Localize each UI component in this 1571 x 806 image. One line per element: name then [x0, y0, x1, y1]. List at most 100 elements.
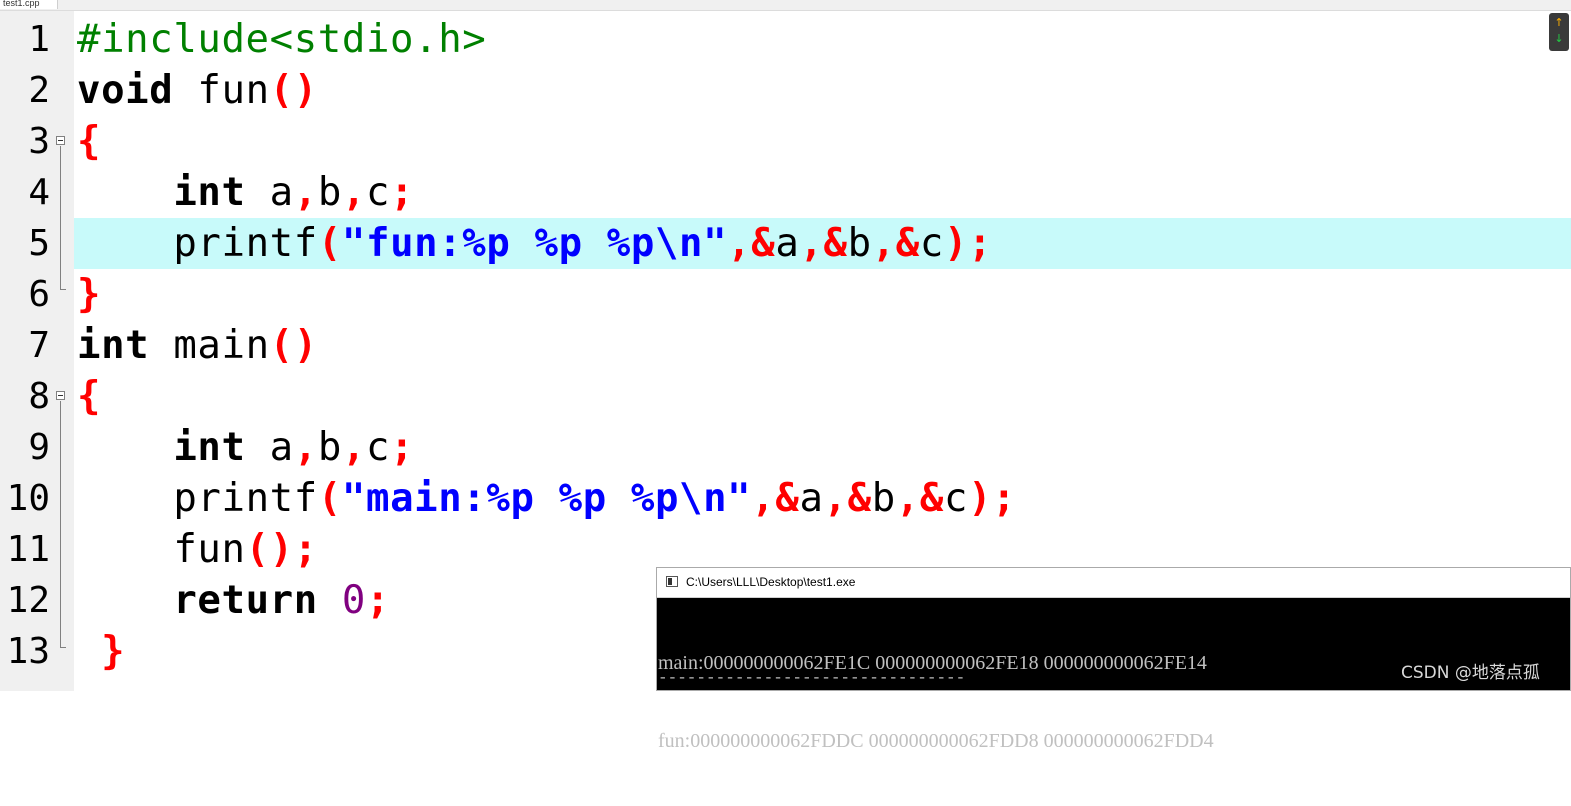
parens: (): [269, 68, 318, 113]
code-line-1: 1 #include<stdio.h>: [0, 14, 1571, 65]
identifier: c: [919, 221, 944, 266]
console-app-icon: [666, 576, 678, 587]
identifier: b: [871, 476, 896, 521]
operator: ,&: [799, 221, 848, 266]
fold-collapse-icon[interactable]: [56, 391, 65, 400]
line-number: 8: [28, 376, 50, 417]
arrow-up-icon[interactable]: ↑: [1549, 13, 1569, 31]
identifier: a: [775, 221, 800, 266]
function-name: fun: [173, 68, 270, 113]
comma: ,: [293, 170, 318, 215]
console-output-line: fun:000000000062FDDC 000000000062FDD8 00…: [658, 730, 1214, 752]
fold-guide-line: [60, 401, 61, 648]
code-line-7: 7 int main(): [0, 320, 1571, 371]
comma: ,: [341, 425, 367, 470]
close-paren-semicolon: );: [968, 476, 1017, 521]
code-text: int a,b,c;: [77, 422, 414, 473]
semicolon: ;: [390, 170, 415, 215]
watermark: CSDN @地落点孤: [1401, 663, 1540, 683]
code-text: {: [77, 116, 101, 167]
identifier: a: [245, 170, 294, 215]
function-call: fun: [173, 527, 246, 572]
keyword-return: return: [173, 578, 318, 623]
line-number: 6: [28, 274, 50, 315]
line-number: 12: [6, 580, 50, 621]
code-line-3: 3 {: [0, 116, 1571, 167]
code-text: printf("main:%p %p %p\n",&a,&b,&c);: [77, 473, 1016, 524]
line-number: 10: [6, 478, 50, 519]
line-number: 2: [28, 70, 50, 111]
identifier: b: [317, 170, 342, 215]
function-name: main: [149, 323, 270, 368]
line-number: 13: [6, 631, 50, 672]
open-paren: (: [317, 221, 342, 266]
close-paren-semicolon: );: [943, 221, 993, 266]
operator: ,&: [871, 221, 920, 266]
close-brace: }: [101, 629, 126, 674]
operator: ,&: [823, 476, 872, 521]
file-tab[interactable]: test1.cpp: [0, 0, 58, 9]
parens: (): [269, 323, 318, 368]
code-line-10: 10 printf("main:%p %p %p\n",&a,&b,&c);: [0, 473, 1571, 524]
console-separator: --------------------------------: [658, 669, 966, 687]
open-paren: (: [317, 476, 342, 521]
comma: ,: [341, 170, 367, 215]
line-number: 11: [6, 529, 50, 570]
preprocessor-include: #include<stdio.h>: [77, 17, 487, 62]
console-title: C:\Users\LLL\Desktop\test1.exe: [686, 575, 856, 589]
code-line-9: 9 int a,b,c;: [0, 422, 1571, 473]
arrow-down-icon[interactable]: ↓: [1549, 31, 1569, 47]
line-number: 7: [28, 325, 50, 366]
identifier: c: [366, 425, 391, 470]
scroll-navigation[interactable]: ↑ ↓: [1549, 13, 1569, 51]
keyword-int: int: [173, 170, 246, 215]
comma: ,: [293, 425, 318, 470]
operator: ,&: [751, 476, 800, 521]
console-title-bar[interactable]: C:\Users\LLL\Desktop\test1.exe: [657, 568, 1570, 598]
function-call: printf: [173, 476, 318, 521]
code-text: void fun(): [77, 65, 318, 116]
fold-collapse-icon[interactable]: [56, 136, 65, 145]
operator: ,&: [727, 221, 776, 266]
fold-guide-line: [60, 146, 61, 289]
code-line-2: 2 void fun(): [0, 65, 1571, 116]
call-parens-semicolon: ();: [245, 527, 318, 572]
number-literal: 0: [341, 578, 366, 623]
identifier: b: [317, 425, 342, 470]
open-brace: {: [77, 119, 102, 164]
line-number: 3: [28, 121, 50, 162]
string-literal: "main:%p %p %p\n": [341, 476, 752, 521]
code-text: int main(): [77, 320, 318, 371]
identifier: a: [245, 425, 294, 470]
code-text: printf("fun:%p %p %p\n",&a,&b,&c);: [77, 218, 992, 269]
code-text: }: [77, 626, 125, 677]
line-number: 9: [28, 427, 50, 468]
operator: ,&: [895, 476, 944, 521]
line-number: 4: [28, 172, 50, 213]
keyword-int: int: [77, 323, 150, 368]
code-line-5: 5 printf("fun:%p %p %p\n",&a,&b,&c);: [0, 218, 1571, 269]
code-text: {: [77, 371, 101, 422]
keyword-int: int: [173, 425, 246, 470]
code-line-4: 4 int a,b,c;: [0, 167, 1571, 218]
semicolon: ;: [366, 578, 391, 623]
identifier: b: [847, 221, 872, 266]
code-text: fun();: [77, 524, 318, 575]
identifier: a: [799, 476, 824, 521]
editor-tab-strip: test1.cpp: [0, 0, 1571, 11]
open-brace: {: [77, 374, 102, 419]
code-text: int a,b,c;: [77, 167, 414, 218]
fold-end-marker: [60, 647, 66, 648]
string-literal: "fun:%p %p %p\n": [341, 221, 728, 266]
fold-end-marker: [60, 289, 66, 290]
line-number: 1: [28, 19, 50, 60]
function-call: printf: [173, 221, 318, 266]
